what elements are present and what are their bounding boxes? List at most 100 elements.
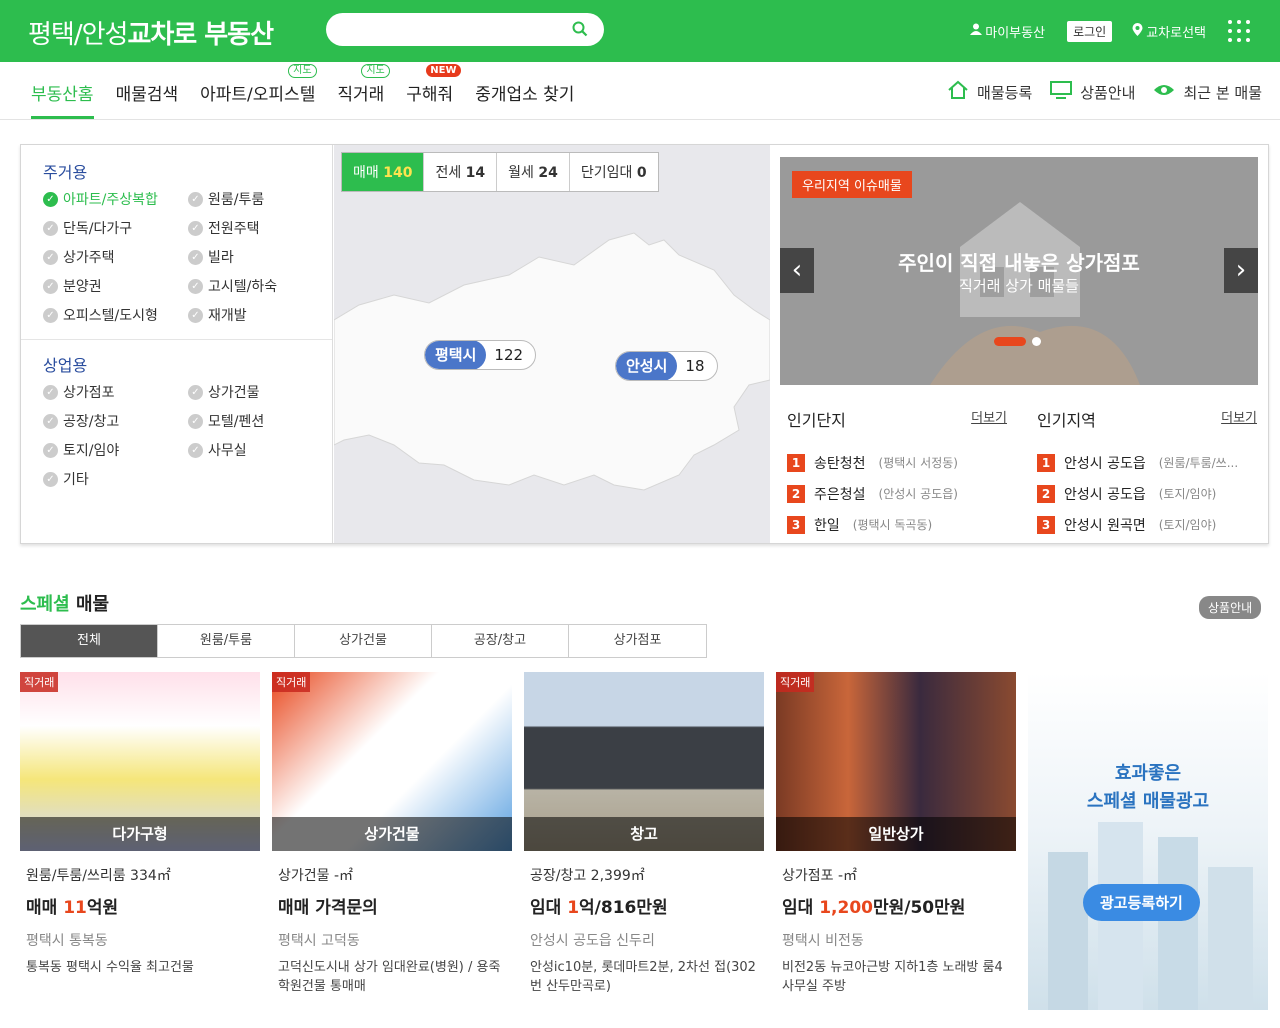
listing-type: 상가건물 -㎡	[278, 868, 354, 884]
deal-tab[interactable]: 월세 24	[497, 153, 570, 191]
check-icon: ✓	[188, 307, 203, 323]
tab-store[interactable]: 상가점포	[569, 625, 706, 657]
listing-card[interactable]: 직거래 일반상가 상가점포 -㎡ 임대 1,200만원/50만원 평택시 비전동…	[776, 672, 1016, 996]
deal-type-tabs: 매매 140 전세 14 월세 24 단기임대 0	[341, 152, 659, 192]
tab-home[interactable]: 부동산홈	[31, 62, 94, 119]
product-guide-button[interactable]: 상품안내	[1199, 596, 1262, 619]
map-pin-anseong[interactable]: 안성시 18	[615, 351, 718, 381]
prev-arrow-icon[interactable]: ‹	[780, 248, 814, 293]
tab-agency-search[interactable]: 중개업소 찾기	[475, 62, 574, 120]
divider	[21, 339, 332, 340]
category-item[interactable]: ✓ 아파트/주상복합	[43, 189, 188, 209]
category-item[interactable]: ✓ 공장/창고	[43, 411, 188, 431]
tab-all[interactable]: 전체	[21, 625, 158, 657]
buildings-illustration	[1048, 822, 1253, 1010]
check-icon: ✓	[43, 307, 58, 323]
listing-location: 평택시 고덕동	[278, 933, 360, 949]
check-icon: ✓	[43, 278, 58, 294]
house-icon	[947, 80, 969, 104]
category-item[interactable]: ✓ 상가건물	[188, 382, 328, 402]
ad-register-button[interactable]: 광고등록하기	[1083, 884, 1200, 921]
banner-tag: 우리지역 이슈매물	[792, 171, 912, 198]
category-item[interactable]: ✓ 빌라	[188, 247, 328, 267]
site-logo[interactable]: 평택/안성교차로 부동산	[28, 14, 274, 51]
listing-thumbnail: 직거래 일반상가	[776, 672, 1016, 851]
list-item[interactable]: 3 한일 (평택시 독곡동)	[787, 509, 1007, 540]
deal-tab[interactable]: 전세 14	[424, 153, 498, 191]
tab-apartment[interactable]: 아파트/오피스텔 지도	[200, 62, 317, 120]
new-badge: NEW	[426, 64, 461, 77]
category-item[interactable]: ✓ 재개발	[188, 305, 328, 325]
recent-viewed-link[interactable]: 최근 본 매물	[1153, 80, 1262, 104]
popular-complex-title: 인기단지	[787, 411, 846, 430]
more-link[interactable]: 더보기	[971, 407, 1007, 431]
category-item[interactable]: ✓ 고시텔/하숙	[188, 276, 328, 296]
tab-building[interactable]: 상가건물	[295, 625, 432, 657]
check-icon: ✓	[43, 471, 58, 487]
carousel-dots[interactable]	[994, 337, 1041, 346]
category-item[interactable]: ✓ 상가점포	[43, 382, 188, 402]
ad-banner[interactable]: 효과좋은 스페셜 매물광고 광고등록하기	[1028, 672, 1268, 1010]
list-item[interactable]: 2 안성시 공도읍 (토지/임야)	[1037, 478, 1257, 509]
category-item[interactable]: ✓ 기타	[43, 469, 188, 489]
my-estate-link[interactable]: 마이부동산	[970, 22, 1045, 41]
listing-price: 임대 1억/816만원	[530, 898, 668, 918]
popular-region-title: 인기지역	[1037, 411, 1096, 430]
tab-factory[interactable]: 공장/창고	[432, 625, 569, 657]
right-panel: 우리지역 이슈매물 주인이 직접 내놓은 상가점포 직거래 상가 매물들 ‹ ›…	[771, 145, 1268, 543]
product-info-link[interactable]: 상품안내	[1050, 80, 1135, 104]
app-grid-icon[interactable]	[1228, 20, 1250, 42]
listing-card[interactable]: 직거래 다가구형 원룸/투룸/쓰리룸 334㎡ 매매 11억원 평택시 통복동 …	[20, 672, 260, 977]
register-listing-link[interactable]: 매물등록	[947, 80, 1032, 104]
category-item[interactable]: ✓ 원룸/투룸	[188, 189, 328, 209]
banner-subtitle: 직거래 상가 매물들	[959, 277, 1079, 295]
issue-banner[interactable]: 우리지역 이슈매물 주인이 직접 내놓은 상가점포 직거래 상가 매물들 ‹ ›	[780, 157, 1258, 385]
listing-caption: 창고	[524, 817, 764, 851]
listing-description: 통복동 평택시 수익율 최고건물	[26, 960, 194, 975]
list-item[interactable]: 2 주은청설 (안성시 공도읍)	[787, 478, 1007, 509]
check-icon: ✓	[43, 249, 58, 265]
listing-type: 원룸/투룸/쓰리룸 334㎡	[26, 868, 171, 884]
ad-text: 효과좋은 스페셜 매물광고	[1086, 763, 1210, 812]
list-item[interactable]: 1 안성시 공도읍 (원룸/투룸/쓰...	[1037, 447, 1257, 478]
listing-caption: 다가구형	[20, 817, 260, 851]
search-input[interactable]	[326, 13, 604, 46]
more-link[interactable]: 더보기	[1221, 407, 1257, 431]
tab-search[interactable]: 매물검색	[116, 62, 179, 120]
deal-tab[interactable]: 단기임대 0	[570, 153, 658, 191]
region-map[interactable]: 매매 140 전세 14 월세 24 단기임대 0 평택시 122 안성시 18	[334, 145, 770, 543]
direct-deal-tag: 직거래	[272, 672, 311, 692]
tab-oneroom[interactable]: 원룸/투룸	[158, 625, 295, 657]
deal-tab[interactable]: 매매 140	[342, 153, 425, 191]
category-item[interactable]: ✓ 단독/다가구	[43, 218, 188, 238]
list-item[interactable]: 3 안성시 원곡면 (토지/임야)	[1037, 509, 1257, 540]
category-item[interactable]: ✓ 사무실	[188, 440, 328, 460]
search-icon[interactable]	[572, 21, 588, 41]
commercial-grid: ✓ 상가점포 ✓ 상가건물 ✓ 공장/창고 ✓ 모텔/펜션 ✓ 토지/임야 ✓ 사무실 ✓ 기…	[43, 382, 328, 489]
category-item[interactable]: ✓ 오피스텔/도시형	[43, 305, 188, 325]
category-item[interactable]: ✓ 전원주택	[188, 218, 328, 238]
listing-card[interactable]: 직거래 상가건물 상가건물 -㎡ 매매 가격문의 평택시 고덕동 고덕신도시내 …	[272, 672, 512, 996]
listing-card[interactable]: 창고 공장/창고 2,399㎡ 임대 1억/816만원 안성시 공도읍 신두리 …	[524, 672, 764, 996]
region-select-link[interactable]: 교차로선택	[1132, 22, 1206, 41]
map-badge: 지도	[288, 64, 317, 78]
category-item[interactable]: ✓ 토지/임야	[43, 440, 188, 460]
check-icon: ✓	[43, 191, 58, 207]
listing-location: 평택시 비전동	[782, 933, 864, 949]
list-item[interactable]: 1 송탄청천 (평택시 서정동)	[787, 447, 1007, 478]
location-pin-icon	[1132, 22, 1143, 40]
person-icon	[970, 23, 983, 39]
listing-type: 공장/창고 2,399㎡	[530, 868, 645, 884]
login-button[interactable]: 로그인	[1067, 20, 1113, 42]
map-pin-pyeongtaek[interactable]: 평택시 122	[424, 340, 537, 370]
tab-request[interactable]: 구해줘 NEW	[406, 62, 461, 120]
listing-price: 매매 11억원	[26, 898, 119, 918]
listing-type: 상가점포 -㎡	[782, 868, 858, 884]
category-item[interactable]: ✓ 상가주택	[43, 247, 188, 267]
listing-thumbnail: 직거래 상가건물	[272, 672, 512, 851]
next-arrow-icon[interactable]: ›	[1224, 248, 1258, 293]
tab-direct-deal[interactable]: 직거래 지도	[337, 62, 390, 120]
category-item[interactable]: ✓ 분양권	[43, 276, 188, 296]
category-item[interactable]: ✓ 모텔/펜션	[188, 411, 328, 431]
direct-deal-tag: 직거래	[20, 672, 59, 692]
